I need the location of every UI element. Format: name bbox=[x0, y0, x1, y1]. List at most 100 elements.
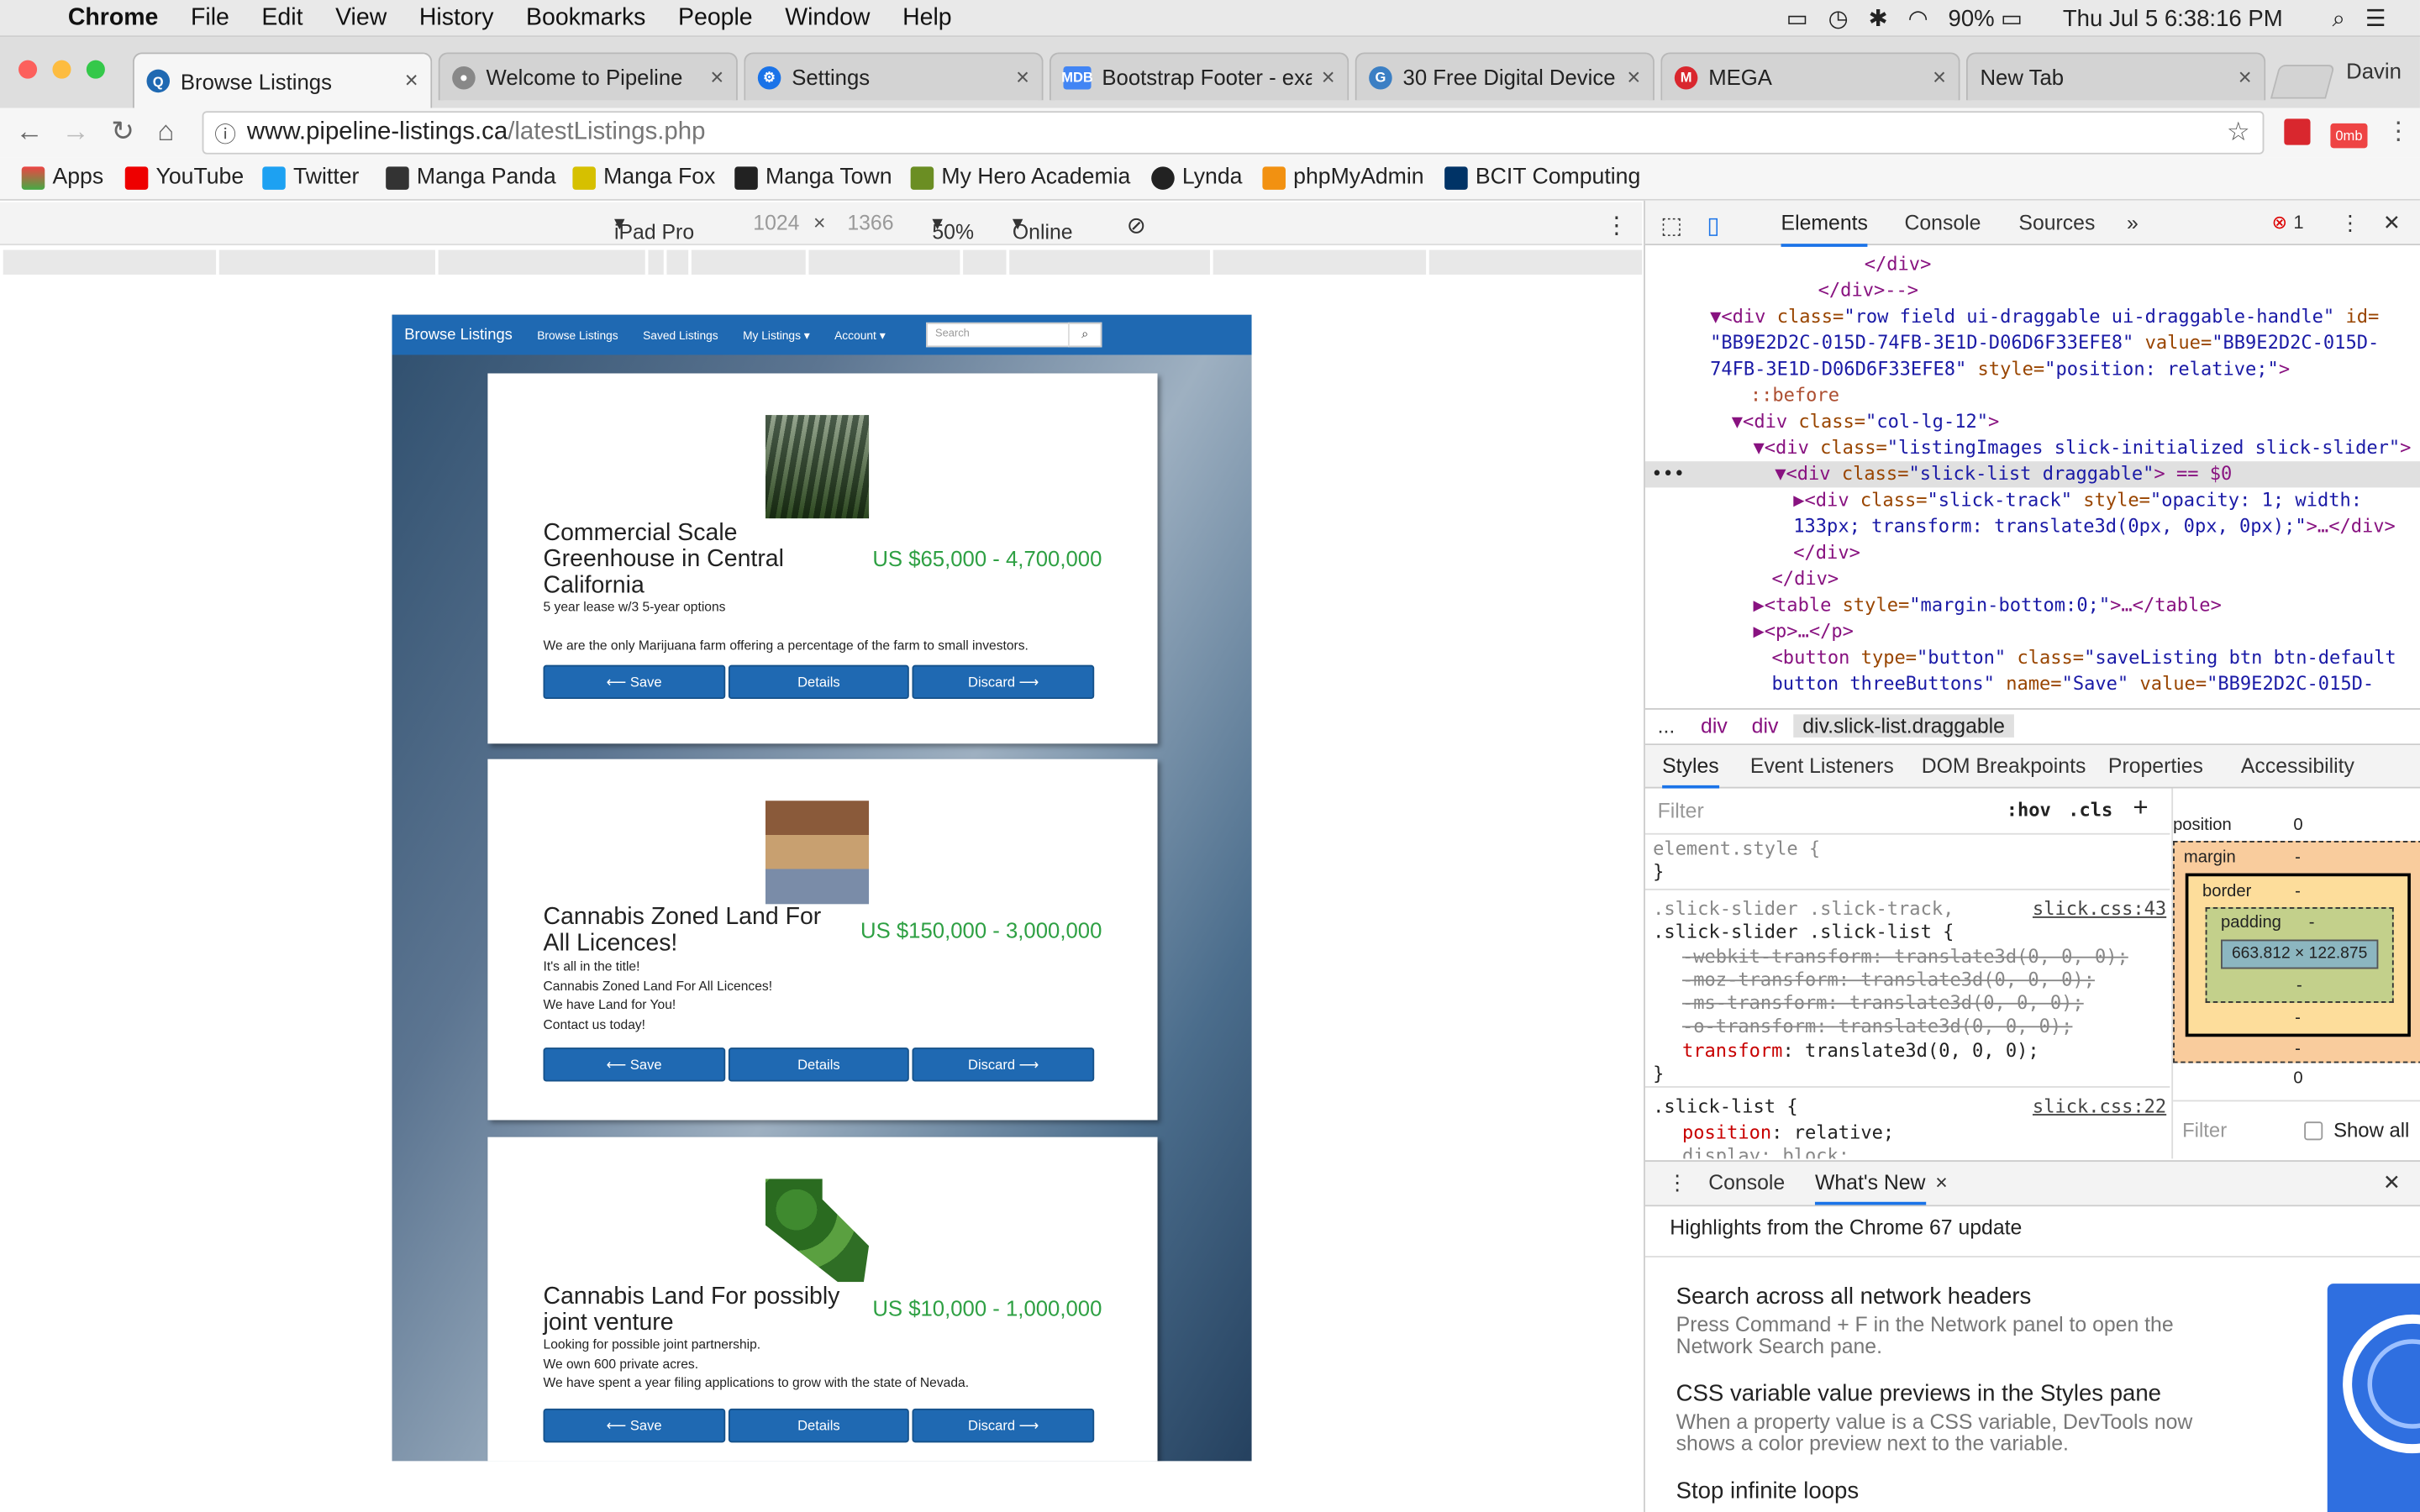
breadcrumb-item[interactable]: div bbox=[1701, 714, 1728, 738]
css-prop-overridden[interactable]: -ms-transform: translate3d(0, 0, 0); bbox=[1682, 992, 2084, 1016]
battery-percent[interactable]: 90% bbox=[1949, 5, 1995, 31]
drawer-menu-icon[interactable]: ⋮ bbox=[1667, 1171, 1688, 1195]
close-whats-new-icon[interactable]: × bbox=[1935, 1171, 1947, 1194]
extension-0mb-icon[interactable]: 0mb bbox=[2330, 123, 2368, 149]
css-prop[interactable]: transform: translate3d(0, 0, 0); bbox=[1682, 1040, 2039, 1063]
menu-file[interactable]: File bbox=[191, 4, 229, 32]
time-machine-icon[interactable]: ◷ bbox=[1828, 5, 1849, 32]
listing-title[interactable]: Commercial Scale Greenhouse in Central C… bbox=[544, 520, 852, 599]
dom-line[interactable]: <button type="button" class="saveListing… bbox=[1772, 645, 2396, 672]
tab-event-listeners[interactable]: Event Listeners bbox=[1750, 754, 1894, 778]
dom-line[interactable]: </div> bbox=[1793, 540, 1860, 567]
menu-window[interactable]: Window bbox=[785, 4, 870, 32]
dom-line[interactable]: 74FB-3E1D-D06D6F33EFE8" style="position:… bbox=[1710, 356, 2290, 383]
box-position-bottom[interactable]: 0 bbox=[2293, 1069, 2302, 1088]
details-button[interactable]: Details bbox=[728, 664, 910, 700]
box-border-bottom[interactable]: - bbox=[2295, 1009, 2301, 1027]
bookmark-apps[interactable]: Apps bbox=[21, 165, 103, 190]
menu-bookmarks[interactable]: Bookmarks bbox=[526, 4, 645, 32]
menu-help[interactable]: Help bbox=[902, 4, 952, 32]
bookmark-manga-fox[interactable]: Manga Fox bbox=[572, 165, 715, 190]
details-button[interactable]: Details bbox=[728, 1047, 910, 1082]
network-select[interactable]: Online ▾ bbox=[1013, 212, 1073, 244]
save-button[interactable]: ⟵ Save bbox=[543, 1047, 725, 1082]
bookmark-star-icon[interactable]: ☆ bbox=[2227, 118, 2250, 149]
address-bar[interactable]: ⓘ www.pipeline-listings.ca/latestListing… bbox=[202, 111, 2265, 155]
nav-saved-listings[interactable]: Saved Listings bbox=[643, 328, 718, 342]
nav-account[interactable]: Account ▾ bbox=[834, 328, 886, 342]
media-query-bar[interactable] bbox=[3, 249, 1643, 275]
bookmark-bcit-computing[interactable]: BCIT Computing bbox=[1444, 165, 1640, 190]
tab-mega[interactable]: M MEGA × bbox=[1660, 52, 1960, 101]
site-search-icon[interactable]: ⌕ bbox=[1067, 322, 1102, 348]
info-icon[interactable]: ⓘ bbox=[214, 118, 236, 150]
hov-toggle[interactable]: :hov bbox=[2007, 799, 2051, 821]
chrome-menu-icon[interactable]: ⋮ bbox=[2386, 116, 2411, 147]
listing-image[interactable] bbox=[765, 801, 870, 905]
spotlight-icon[interactable]: ⌕ bbox=[2333, 5, 2345, 31]
close-tab-icon[interactable]: × bbox=[1627, 64, 1640, 90]
bluetooth-icon[interactable]: ✱ bbox=[1869, 5, 1888, 32]
dom-line[interactable]: ▼<div class="col-lg-12"> bbox=[1732, 409, 2000, 436]
dom-ellipsis-icon[interactable]: ••• bbox=[1651, 461, 1685, 488]
css-prop[interactable]: position: relative; bbox=[1682, 1121, 1894, 1145]
bookmark-youtube[interactable]: YouTube bbox=[124, 165, 244, 190]
discard-button[interactable]: Discard ⟶ bbox=[913, 1047, 1095, 1082]
menu-app-name[interactable]: Chrome bbox=[68, 4, 159, 32]
close-tab-icon[interactable]: × bbox=[1933, 64, 1946, 90]
rule-selector[interactable]: .slick-slider .slick-list { bbox=[1653, 921, 1954, 945]
menu-view[interactable]: View bbox=[335, 4, 387, 32]
save-button[interactable]: ⟵ Save bbox=[543, 664, 725, 700]
device-width[interactable]: 1024 bbox=[753, 212, 799, 235]
dom-line[interactable]: </div> bbox=[1865, 251, 1932, 278]
bookmark-my-hero-academia[interactable]: My Hero Academia bbox=[910, 165, 1130, 190]
news-heading[interactable]: Search across all network headers bbox=[1676, 1284, 2032, 1310]
new-tab-button[interactable] bbox=[2270, 65, 2335, 99]
dom-line[interactable]: 133px; transform: translate3d(0px, 0px, … bbox=[1793, 514, 2396, 541]
listing-image[interactable] bbox=[765, 415, 870, 519]
box-padding[interactable]: padding - 663.812 × 122.875 - bbox=[2205, 906, 2394, 1003]
discard-button[interactable]: Discard ⟶ bbox=[913, 664, 1095, 700]
dom-line[interactable]: </div> bbox=[1772, 566, 1839, 593]
error-count[interactable]: 1 bbox=[2293, 212, 2303, 234]
save-button[interactable]: ⟵ Save bbox=[543, 1408, 725, 1443]
breadcrumb-item[interactable]: div bbox=[1752, 714, 1779, 738]
bookmark-manga-town[interactable]: Manga Town bbox=[734, 165, 892, 190]
wifi-icon[interactable]: ◠ bbox=[1908, 5, 1928, 32]
rule-selector[interactable]: .slick-slider .slick-track, bbox=[1653, 898, 1954, 921]
tab-new-tab[interactable]: New Tab × bbox=[1965, 52, 2266, 101]
source-link[interactable]: slick.css:43 bbox=[2033, 898, 2166, 921]
css-prop-overridden[interactable]: -moz-transform: translate3d(0, 0, 0); bbox=[1682, 969, 2095, 992]
box-margin[interactable]: margin - border - padding - 663.812 × 12… bbox=[2173, 841, 2420, 1063]
box-border[interactable]: border - padding - 663.812 × 122.875 - - bbox=[2185, 873, 2411, 1037]
css-prop-overridden[interactable]: -webkit-transform: translate3d(0, 0, 0); bbox=[1682, 946, 2128, 969]
menu-edit[interactable]: Edit bbox=[261, 4, 302, 32]
site-brand[interactable]: Browse Listings bbox=[404, 326, 513, 343]
close-tab-icon[interactable]: × bbox=[2238, 64, 2252, 90]
breadcrumb-item-selected[interactable]: div.slick-list.draggable bbox=[1793, 714, 2015, 738]
dom-line[interactable]: ▼<div class="row field ui-draggable ui-d… bbox=[1710, 304, 2379, 331]
source-link[interactable]: slick.css:22 bbox=[2033, 1095, 2166, 1119]
menu-history[interactable]: History bbox=[419, 4, 494, 32]
box-margin-value[interactable]: - bbox=[2295, 848, 2301, 867]
profile-name[interactable]: Davin bbox=[2346, 59, 2402, 83]
close-tab-icon[interactable]: × bbox=[710, 64, 723, 90]
tab-elements[interactable]: Elements bbox=[1781, 212, 1868, 247]
close-drawer-icon[interactable]: ✕ bbox=[2383, 1171, 2401, 1195]
home-icon[interactable]: ⌂ bbox=[157, 116, 174, 149]
tab-welcome-to-pipeline[interactable]: ● Welcome to Pipeline × bbox=[438, 52, 738, 101]
close-tab-icon[interactable]: × bbox=[405, 68, 418, 94]
tab-30-free-digital-device[interactable]: G 30 Free Digital Device × bbox=[1355, 52, 1655, 101]
tab-settings[interactable]: ⚙ Settings × bbox=[744, 52, 1044, 101]
breadcrumb-more[interactable]: ... bbox=[1658, 714, 1676, 738]
device-more-icon[interactable]: ⋮ bbox=[1605, 212, 1628, 239]
details-button[interactable]: Details bbox=[728, 1408, 910, 1443]
inspect-element-icon[interactable]: ⬚ bbox=[1660, 212, 1682, 239]
bookmark-lynda[interactable]: Lynda bbox=[1151, 165, 1242, 190]
elements-tree[interactable]: </div> </div>--> ▼<div class="row field … bbox=[1644, 245, 2420, 703]
listing-title[interactable]: Cannabis Land For possibly joint venture bbox=[544, 1284, 868, 1336]
tab-sources[interactable]: Sources bbox=[2018, 212, 2095, 235]
styles-pane[interactable]: element.style { } .slick-slider .slick-t… bbox=[1644, 835, 2170, 1158]
box-border-value[interactable]: - bbox=[2295, 883, 2301, 901]
nav-browse-listings[interactable]: Browse Listings bbox=[537, 328, 618, 342]
